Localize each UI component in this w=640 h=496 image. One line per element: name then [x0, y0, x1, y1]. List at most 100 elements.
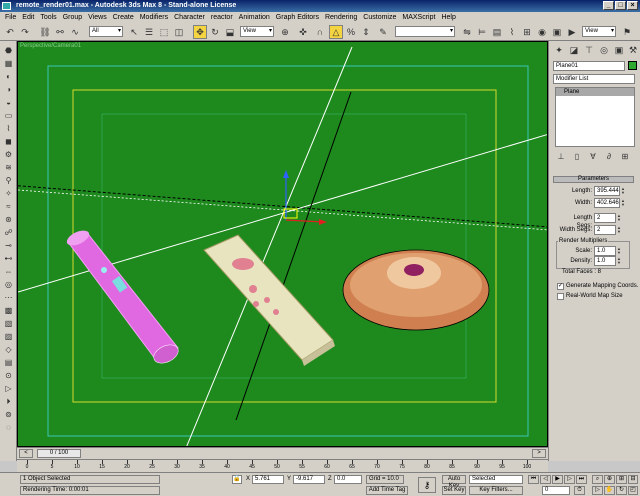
rotate-icon[interactable]: ↻: [208, 25, 222, 39]
lock-selection-icon[interactable]: 🔒: [232, 475, 242, 484]
rope-icon[interactable]: ◑: [2, 84, 15, 95]
softbody-modifier-icon[interactable]: ▧: [2, 318, 15, 329]
maximize-button[interactable]: □: [615, 1, 626, 10]
perspective-viewport[interactable]: Perspective/Camera01: [17, 41, 548, 447]
motion-tab-icon[interactable]: ◎: [597, 43, 611, 57]
rigid-body-icon[interactable]: ⬣: [2, 45, 15, 56]
hinge-icon[interactable]: ⊸: [2, 240, 15, 251]
percent-snap-icon[interactable]: %: [344, 25, 358, 39]
menu-character[interactable]: Character: [171, 12, 208, 23]
create-animation-icon[interactable]: ⏵: [2, 396, 15, 407]
menu-help[interactable]: Help: [438, 12, 458, 23]
width-field[interactable]: 402.646: [594, 198, 620, 208]
scale-spinner[interactable]: ▲ ▼: [617, 247, 622, 255]
create-tab-icon[interactable]: ✦: [552, 43, 566, 57]
width-spinner[interactable]: ▲ ▼: [621, 199, 626, 207]
material-editor-icon[interactable]: ◉: [535, 25, 549, 39]
menu-edit[interactable]: Edit: [19, 12, 37, 23]
menu-group[interactable]: Group: [60, 12, 85, 23]
curve-editor-icon[interactable]: ⌇: [505, 25, 519, 39]
key-filters-button[interactable]: Key Filters...: [469, 486, 523, 495]
object-name-field[interactable]: Plane01: [553, 61, 625, 71]
hierarchy-tab-icon[interactable]: ⊤: [582, 43, 596, 57]
menu-file[interactable]: File: [2, 12, 19, 23]
zoom-extents-icon[interactable]: ⊞: [616, 475, 627, 484]
render-last-icon[interactable]: ⚑: [620, 25, 634, 39]
length-field[interactable]: 395.444: [594, 186, 620, 196]
remove-modifier-icon[interactable]: ∂: [603, 151, 615, 163]
auto-key-button[interactable]: Auto Key: [442, 475, 466, 489]
cloth-icon[interactable]: ▦: [2, 58, 15, 69]
menu-maxscript[interactable]: MAXScript: [399, 12, 438, 23]
render-type-dropdown[interactable]: View: [582, 26, 616, 37]
close-button[interactable]: ×: [627, 1, 638, 10]
rope-modifier-icon[interactable]: ▨: [2, 331, 15, 342]
toy-car-icon[interactable]: ⚲: [2, 175, 15, 186]
angle-snap-icon[interactable]: △: [329, 25, 343, 39]
object-color-swatch[interactable]: [628, 61, 637, 70]
menu-graph-editors[interactable]: Graph Editors: [273, 12, 322, 23]
width-segs-spinner[interactable]: ▲ ▼: [617, 226, 622, 234]
selection-filter-dropdown[interactable]: All: [89, 26, 123, 37]
key-mode-dropdown[interactable]: Selected: [469, 475, 523, 484]
mirror-icon[interactable]: ⇋: [460, 25, 474, 39]
pan-icon[interactable]: ✋: [604, 486, 615, 495]
zoom-extents-all-icon[interactable]: ⊟: [628, 475, 638, 484]
show-end-result-icon[interactable]: ▯: [571, 151, 583, 163]
select-object-icon[interactable]: ↖: [127, 25, 141, 39]
realworld-checkbox[interactable]: [557, 293, 564, 300]
y-coord-field[interactable]: -9.617: [293, 475, 325, 484]
property-editor-icon[interactable]: ▤: [2, 357, 15, 368]
plane-icon[interactable]: ▭: [2, 110, 15, 121]
spring-icon[interactable]: ⌇: [2, 123, 15, 134]
snap-toggle-icon[interactable]: ∩: [313, 25, 327, 39]
menu-animation[interactable]: Animation: [236, 12, 273, 23]
x-coord-field[interactable]: 5.761: [252, 475, 284, 484]
fracture-icon[interactable]: ✧: [2, 188, 15, 199]
density-field[interactable]: 1.0: [594, 256, 616, 266]
layer-manager-icon[interactable]: ▤: [490, 25, 504, 39]
minimize-button[interactable]: _: [603, 1, 614, 10]
cloth-modifier-icon[interactable]: ▩: [2, 305, 15, 316]
set-key-button[interactable]: Set Key: [442, 486, 466, 495]
prev-key-button[interactable]: ◁: [540, 475, 551, 484]
toolbar-bottom-icon[interactable]: ◌: [2, 422, 15, 433]
zoom-all-icon[interactable]: ⊕: [604, 475, 615, 484]
prev-frame-button[interactable]: <: [19, 449, 33, 458]
wind-icon[interactable]: ≋: [2, 162, 15, 173]
prismatic-icon[interactable]: ⇔: [2, 266, 15, 277]
zoom-icon[interactable]: ⌕: [592, 475, 603, 484]
goto-end-button[interactable]: ⏭: [576, 475, 587, 484]
current-frame-field[interactable]: 0: [542, 486, 570, 495]
menu-tools[interactable]: Tools: [37, 12, 59, 23]
menu-create[interactable]: Create: [110, 12, 137, 23]
pivot-center-icon[interactable]: ⊕: [278, 25, 292, 39]
maximize-viewport-icon[interactable]: ◰: [628, 486, 638, 495]
time-slider[interactable]: 0 / 100: [37, 449, 81, 458]
point-path-icon[interactable]: ⋯: [2, 292, 15, 303]
add-time-tag-button[interactable]: Add Time Tag: [366, 486, 408, 495]
reference-coord-dropdown[interactable]: View: [240, 26, 274, 37]
unlink-icon[interactable]: ⚯: [53, 25, 67, 39]
stack-item-plane[interactable]: Plane: [556, 88, 634, 96]
menu-rendering[interactable]: Rendering: [322, 12, 360, 23]
track-bar[interactable]: 0 5 10 15 20 25 30 35 40 45 50 55 60 65 …: [17, 459, 548, 472]
menu-reactor[interactable]: reactor: [208, 12, 236, 23]
car-wheel-icon[interactable]: ◎: [2, 279, 15, 290]
quick-render-icon[interactable]: ▶: [565, 25, 579, 39]
motor-icon[interactable]: ⚙: [2, 149, 15, 160]
schematic-view-icon[interactable]: ⊞: [520, 25, 534, 39]
select-link-icon[interactable]: ⛓: [38, 25, 52, 39]
select-by-name-icon[interactable]: ☰: [142, 25, 156, 39]
window-crossing-icon[interactable]: ◫: [172, 25, 186, 39]
fov-icon[interactable]: ▷: [592, 486, 603, 495]
menu-customize[interactable]: Customize: [360, 12, 399, 23]
move-icon[interactable]: ✥: [193, 25, 207, 39]
water-icon[interactable]: ≈: [2, 201, 15, 212]
convexity-test-icon[interactable]: ◇: [2, 344, 15, 355]
z-coord-field[interactable]: 0.0: [334, 475, 362, 484]
soft-body-icon[interactable]: ◐: [2, 71, 15, 82]
length-segs-spinner[interactable]: ▲ ▼: [617, 214, 622, 222]
scale-icon[interactable]: ⬓: [223, 25, 237, 39]
next-key-button[interactable]: ▷: [564, 475, 575, 484]
